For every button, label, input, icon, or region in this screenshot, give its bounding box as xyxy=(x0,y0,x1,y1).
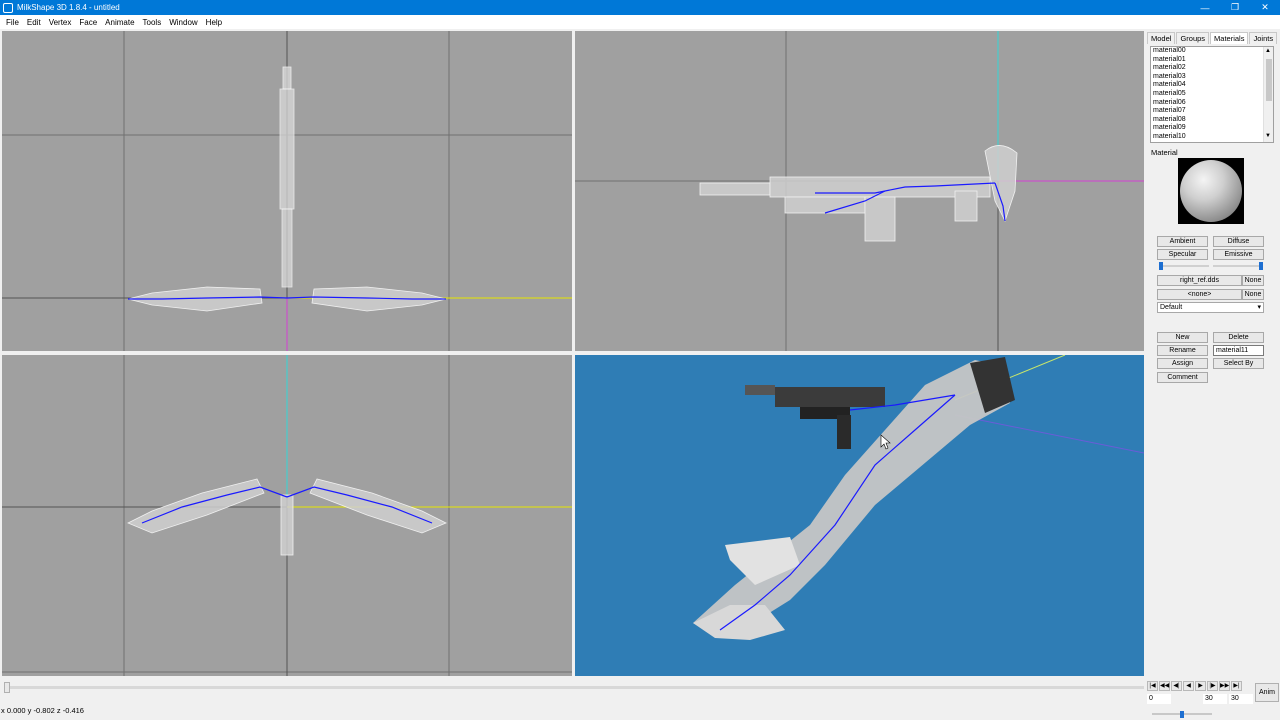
material-list[interactable]: material00 material01 material02 materia… xyxy=(1150,46,1274,143)
texture-none-button[interactable]: None xyxy=(1242,275,1264,286)
tab-model[interactable]: Model xyxy=(1147,32,1176,44)
next-key-button[interactable]: |▶ xyxy=(1207,681,1218,691)
list-item[interactable]: material05 xyxy=(1151,90,1273,99)
menu-file[interactable]: File xyxy=(2,18,23,27)
prev-frame-button[interactable]: ◀ xyxy=(1183,681,1194,691)
list-item[interactable]: material10 xyxy=(1151,133,1273,142)
animation-speed-knob[interactable] xyxy=(1180,711,1184,718)
scroll-up-icon[interactable]: ▲ xyxy=(1265,48,1271,54)
new-button[interactable]: New xyxy=(1157,332,1208,343)
list-item[interactable]: material08 xyxy=(1151,116,1273,125)
tab-joints[interactable]: Joints xyxy=(1249,32,1278,44)
list-item[interactable]: material04 xyxy=(1151,81,1273,90)
scroll-down-icon[interactable]: ▼ xyxy=(1265,133,1271,139)
anim-toggle-button[interactable]: Anim xyxy=(1255,683,1279,702)
list-item[interactable]: material07 xyxy=(1151,107,1273,116)
emissive-button[interactable]: Emissive xyxy=(1213,249,1264,260)
milkshape-app-icon xyxy=(3,2,13,13)
play-button[interactable]: ▶ xyxy=(1195,681,1206,691)
shininess-slider[interactable] xyxy=(1159,262,1209,270)
animation-speed-slider[interactable] xyxy=(1152,711,1212,718)
alpha-map-button[interactable]: <none> xyxy=(1157,289,1242,300)
minimize-button[interactable]: — xyxy=(1190,0,1220,15)
restore-button[interactable]: ❐ xyxy=(1220,0,1250,15)
rewind-button[interactable]: ◀◀ xyxy=(1159,681,1170,691)
texture-map-button[interactable]: right_ref.dds xyxy=(1157,275,1242,286)
panel-tabs: Model Groups Materials Joints xyxy=(1147,31,1280,44)
list-item[interactable]: material09 xyxy=(1151,124,1273,133)
list-item[interactable]: material03 xyxy=(1151,73,1273,82)
diffuse-button[interactable]: Diffuse xyxy=(1213,236,1264,247)
current-frame-field[interactable]: 0 xyxy=(1147,694,1171,704)
select-by-button[interactable]: Select By xyxy=(1213,358,1264,369)
rename-button[interactable]: Rename xyxy=(1157,345,1208,356)
animation-timeline: x 0.000 y -0.802 z -0.416 |◀ ◀◀ ◀| ◀ ▶ |… xyxy=(0,680,1280,720)
top-viewport-canvas xyxy=(2,355,572,676)
assign-button[interactable]: Assign xyxy=(1157,358,1208,369)
fast-forward-button[interactable]: ▶▶ xyxy=(1219,681,1230,691)
menu-window[interactable]: Window xyxy=(165,18,201,27)
transparency-slider[interactable] xyxy=(1213,262,1263,270)
material-preview-sphere xyxy=(1180,160,1242,222)
material-group-label: Material xyxy=(1151,148,1178,157)
timeline-track[interactable] xyxy=(4,686,1144,689)
menu-face[interactable]: Face xyxy=(75,18,101,27)
first-frame-button[interactable]: |◀ xyxy=(1147,681,1158,691)
menu-edit[interactable]: Edit xyxy=(23,18,45,27)
tab-groups[interactable]: Groups xyxy=(1176,32,1210,44)
list-item[interactable]: material01 xyxy=(1151,56,1273,65)
material-preview xyxy=(1178,158,1244,224)
menu-tools[interactable]: Tools xyxy=(139,18,166,27)
menu-bar: File Edit Vertex Face Animate Tools Wind… xyxy=(0,15,1280,29)
scrollbar-thumb[interactable] xyxy=(1266,59,1272,101)
shaded-rifle xyxy=(745,385,885,449)
side-viewport[interactable] xyxy=(575,31,1144,351)
window-title: MilkShape 3D 1.8.4 - untitled xyxy=(17,3,120,12)
alpha-none-button[interactable]: None xyxy=(1242,289,1264,300)
last-frame-button[interactable]: ▶| xyxy=(1231,681,1242,691)
title-bar: MilkShape 3D 1.8.4 - untitled — ❐ ✕ xyxy=(0,0,1280,15)
list-item[interactable]: material06 xyxy=(1151,99,1273,108)
close-button[interactable]: ✕ xyxy=(1250,0,1280,15)
specular-button[interactable]: Specular xyxy=(1157,249,1208,260)
transparency-slider-knob[interactable] xyxy=(1259,262,1263,270)
list-item[interactable]: material00 xyxy=(1151,47,1273,56)
end-frame-field[interactable]: 30 xyxy=(1203,694,1227,704)
rename-input[interactable]: material11 xyxy=(1213,345,1264,356)
timeline-slider-knob[interactable] xyxy=(4,682,10,693)
front-viewport[interactable] xyxy=(2,31,572,351)
delete-button[interactable]: Delete xyxy=(1213,332,1264,343)
total-frames-field[interactable]: 30 xyxy=(1229,694,1253,704)
material-list-scrollbar[interactable]: ▲ ▼ xyxy=(1263,47,1273,142)
mode-select-value: Default xyxy=(1160,304,1183,311)
3d-viewport[interactable] xyxy=(575,355,1144,676)
ambient-button[interactable]: Ambient xyxy=(1157,236,1208,247)
coordinate-readout: x 0.000 y -0.802 z -0.416 xyxy=(1,706,84,715)
menu-vertex[interactable]: Vertex xyxy=(45,18,76,27)
prev-key-button[interactable]: ◀| xyxy=(1171,681,1182,691)
gun-wireframe xyxy=(279,66,295,288)
chevron-down-icon: ▾ xyxy=(1257,304,1261,311)
shininess-slider-knob[interactable] xyxy=(1159,262,1163,270)
front-viewport-canvas xyxy=(2,31,572,351)
menu-help[interactable]: Help xyxy=(202,18,226,27)
properties-panel: Model Groups Materials Joints material00… xyxy=(1147,31,1280,676)
mode-select[interactable]: Default ▾ xyxy=(1157,302,1264,313)
menu-animate[interactable]: Animate xyxy=(101,18,138,27)
tab-materials[interactable]: Materials xyxy=(1210,32,1249,44)
3d-viewport-canvas xyxy=(693,355,1144,640)
list-item[interactable]: material02 xyxy=(1151,64,1273,73)
top-viewport[interactable] xyxy=(2,355,572,676)
side-viewport-canvas xyxy=(575,31,1144,351)
comment-button[interactable]: Comment xyxy=(1157,372,1208,383)
